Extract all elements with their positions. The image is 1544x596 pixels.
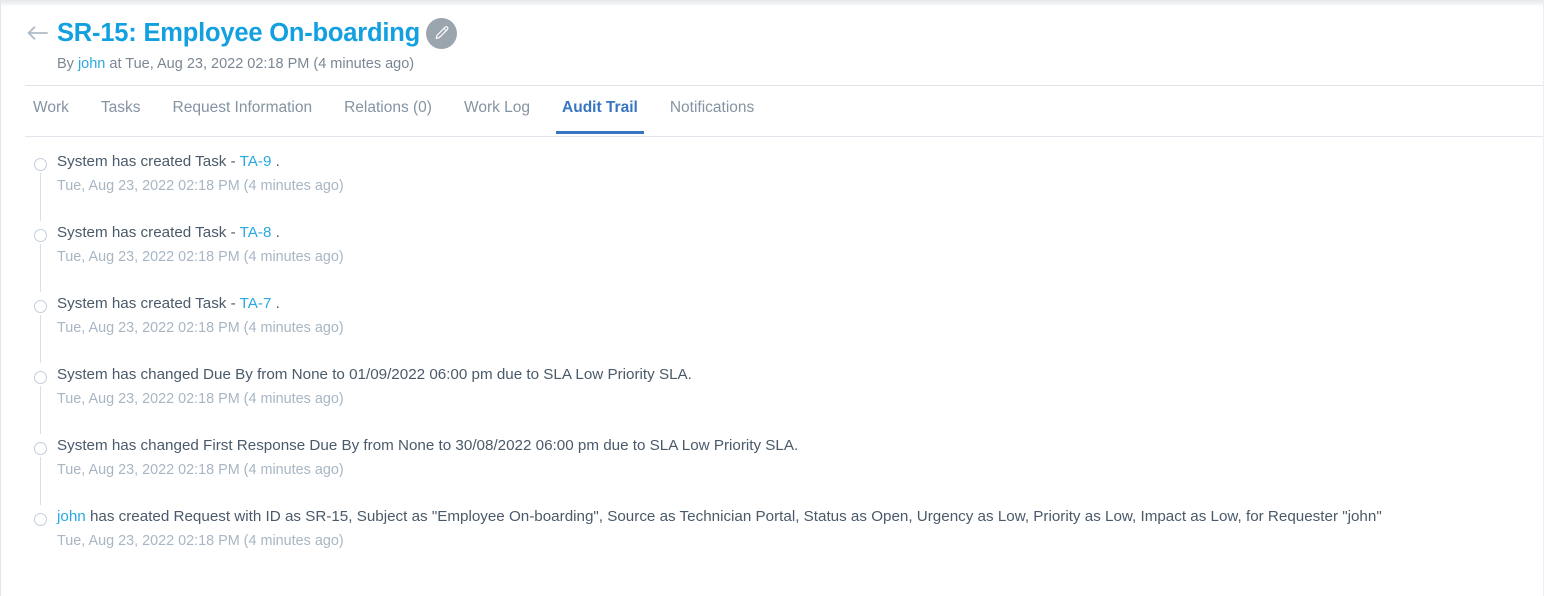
audit-entry-link[interactable]: TA-9 xyxy=(240,153,272,170)
byline-timestamp: Tue, Aug 23, 2022 02:18 PM xyxy=(125,56,310,72)
audit-entry-text-before: System has created Task - xyxy=(57,224,240,241)
audit-entry-text-after: has created Request with ID as SR-15, Su… xyxy=(85,508,1382,525)
timeline-connector xyxy=(40,315,42,363)
audit-entry: john has created Request with ID as SR-1… xyxy=(1,505,1543,552)
page-title: SR-15: Employee On-boarding xyxy=(57,19,420,47)
timeline-bullet-icon xyxy=(34,371,47,384)
tab-notifications[interactable]: Notifications xyxy=(654,92,770,134)
audit-entry-text-before: System has changed First Response Due By… xyxy=(57,437,799,454)
audit-entry-timestamp: Tue, Aug 23, 2022 02:18 PM (4 minutes ag… xyxy=(57,320,344,336)
audit-entry-timestamp: Tue, Aug 23, 2022 02:18 PM (4 minutes ag… xyxy=(57,178,344,194)
tab-relations-0[interactable]: Relations (0) xyxy=(328,92,448,134)
audit-entry-text-before: System has changed Due By from None to 0… xyxy=(57,366,692,383)
tab-tasks[interactable]: Tasks xyxy=(85,92,157,134)
byline-prefix: By xyxy=(57,56,74,72)
audit-entry-message: System has changed Due By from None to 0… xyxy=(57,363,1543,386)
audit-entry-message: System has created Task - TA-8 . xyxy=(57,221,1543,244)
audit-entry-timestamp: Tue, Aug 23, 2022 02:18 PM (4 minutes ag… xyxy=(57,249,344,265)
byline-relative-time: (4 minutes ago) xyxy=(313,56,415,72)
arrow-left-icon[interactable] xyxy=(25,20,51,46)
timeline-bullet-icon xyxy=(34,229,47,242)
tab-list: Work Tasks Request Information Relations (0… xyxy=(1,92,1543,136)
audit-entry-link[interactable]: john xyxy=(57,508,86,525)
audit-entry: System has changed Due By from None to 0… xyxy=(1,363,1543,434)
tab-request-information[interactable]: Request Information xyxy=(157,92,329,134)
audit-entry-message: john has created Request with ID as SR-1… xyxy=(57,505,1543,528)
audit-entry: System has created Task - TA-8 . Tue, Aug… xyxy=(1,221,1543,292)
audit-entry-timestamp: Tue, Aug 23, 2022 02:18 PM (4 minutes ag… xyxy=(57,462,344,478)
audit-entry-link[interactable]: TA-8 xyxy=(240,224,272,241)
tab-work-log[interactable]: Work Log xyxy=(448,92,546,134)
audit-entry-message: System has changed First Response Due By… xyxy=(57,434,1543,457)
title-row: SR-15: Employee On-boarding xyxy=(1,15,1543,51)
audit-entry-timestamp: Tue, Aug 23, 2022 02:18 PM (4 minutes ag… xyxy=(57,533,344,549)
record-header: SR-15: Employee On-boarding By john at T… xyxy=(1,6,1543,86)
timeline-connector xyxy=(40,244,42,292)
audit-entry-text-before: System has created Task - xyxy=(57,295,240,312)
audit-entry-message: System has created Task - TA-7 . xyxy=(57,292,1543,315)
record-byline: By john at Tue, Aug 23, 2022 02:18 PM (4… xyxy=(1,54,1543,74)
pencil-icon[interactable] xyxy=(425,17,457,49)
timeline-connector xyxy=(40,173,42,221)
timeline-connector xyxy=(40,386,42,434)
audit-entry-link[interactable]: TA-7 xyxy=(240,295,272,312)
audit-entry: System has created Task - TA-9 . Tue, Aug… xyxy=(1,150,1543,221)
audit-trail-list: System has created Task - TA-9 . Tue, Aug… xyxy=(1,150,1543,596)
audit-entry-message: System has created Task - TA-9 . xyxy=(57,150,1543,173)
timeline-bullet-icon xyxy=(34,442,47,455)
tab-work[interactable]: Work xyxy=(25,92,85,134)
timeline-bullet-icon xyxy=(34,300,47,313)
byline-author-link[interactable]: john xyxy=(78,56,105,72)
audit-entry-text-after: . xyxy=(271,153,280,170)
audit-entry: System has changed First Response Due By… xyxy=(1,434,1543,505)
tab-bar-underline xyxy=(25,136,1543,137)
audit-entry-text-after: . xyxy=(271,224,280,241)
tab-audit-trail[interactable]: Audit Trail xyxy=(546,92,654,134)
timeline-bullet-icon xyxy=(34,513,47,526)
audit-entry-text-before: System has created Task - xyxy=(57,153,240,170)
timeline-bullet-icon xyxy=(34,158,47,171)
audit-entry: System has created Task - TA-7 . Tue, Aug… xyxy=(1,292,1543,363)
audit-entry-timestamp: Tue, Aug 23, 2022 02:18 PM (4 minutes ag… xyxy=(57,391,344,407)
record-detail-page: SR-15: Employee On-boarding By john at T… xyxy=(0,0,1544,596)
byline-middle: at xyxy=(109,56,122,72)
audit-entry-text-after: . xyxy=(271,295,280,312)
timeline-connector xyxy=(40,457,42,505)
tab-bar: Work Tasks Request Information Relations (0… xyxy=(1,92,1543,138)
header-divider xyxy=(25,85,1543,86)
